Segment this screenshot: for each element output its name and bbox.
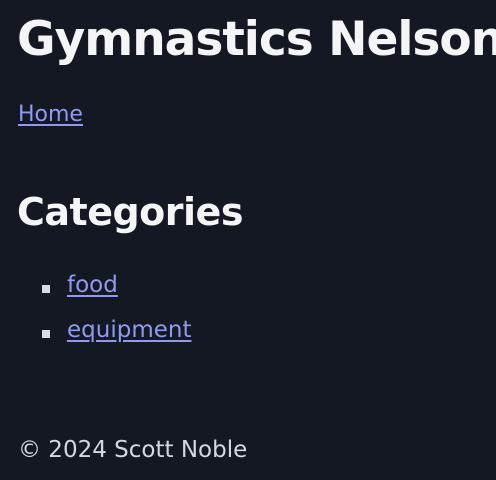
home-link[interactable]: Home [18, 102, 83, 128]
bullet-icon [42, 285, 50, 293]
categories-heading: Categories [17, 190, 243, 234]
bullet-icon [42, 330, 50, 338]
category-link-equipment[interactable]: equipment [67, 317, 191, 345]
category-link-food[interactable]: food [67, 272, 118, 300]
site-title: Gymnastics Nelson [17, 12, 496, 67]
footer-copyright: © 2024 Scott Noble [18, 437, 248, 463]
